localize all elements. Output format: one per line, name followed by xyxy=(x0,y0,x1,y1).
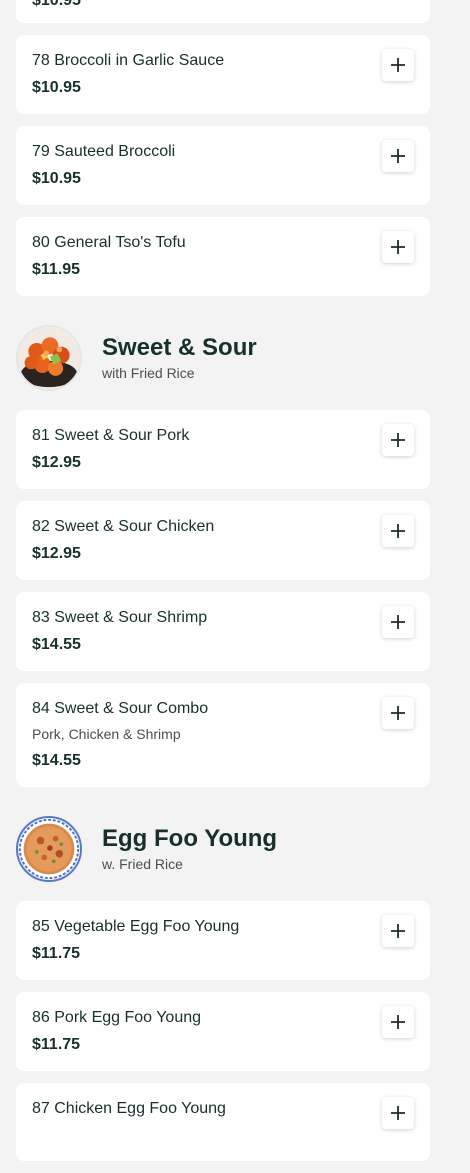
menu-item-card[interactable]: 81 Sweet & Sour Pork $12.95 xyxy=(16,410,430,489)
menu-item-card[interactable]: 82 Sweet & Sour Chicken $12.95 xyxy=(16,501,430,580)
plus-icon xyxy=(391,1106,405,1120)
plus-icon xyxy=(391,924,405,938)
menu-item-card[interactable]: $10.95 xyxy=(16,0,430,23)
add-item-button[interactable] xyxy=(382,915,414,947)
section-image xyxy=(16,816,82,882)
section-subtitle: w. Fried Rice xyxy=(102,856,183,872)
item-price: $11.75 xyxy=(32,1036,81,1053)
item-price: $12.95 xyxy=(32,454,81,471)
item-name: 80 General Tso's Tofu xyxy=(32,234,186,251)
menu-list: $10.95 78 Broccoli in Garlic Sauce $10.9… xyxy=(0,0,470,1173)
menu-item-card[interactable]: 79 Sauteed Broccoli $10.95 xyxy=(16,126,430,205)
add-item-button[interactable] xyxy=(382,231,414,263)
item-name: 82 Sweet & Sour Chicken xyxy=(32,518,215,535)
menu-item-card[interactable]: 87 Chicken Egg Foo Young xyxy=(16,1083,430,1161)
add-item-button[interactable] xyxy=(382,140,414,172)
item-price: $10.95 xyxy=(32,0,81,9)
plus-icon xyxy=(391,433,405,447)
add-item-button[interactable] xyxy=(382,515,414,547)
section-subtitle: with Fried Rice xyxy=(102,365,195,381)
menu-item-card[interactable]: 86 Pork Egg Foo Young $11.75 xyxy=(16,992,430,1071)
item-price: $10.95 xyxy=(32,170,81,187)
item-name: 87 Chicken Egg Foo Young xyxy=(32,1100,226,1117)
menu-item-card[interactable]: 80 General Tso's Tofu $11.95 xyxy=(16,217,430,296)
item-price: $14.55 xyxy=(32,752,81,769)
item-name: 83 Sweet & Sour Shrimp xyxy=(32,609,208,626)
menu-item-card[interactable]: 78 Broccoli in Garlic Sauce $10.95 xyxy=(16,35,430,114)
plus-icon xyxy=(391,149,405,163)
plus-icon xyxy=(391,524,405,538)
item-name: 85 Vegetable Egg Foo Young xyxy=(32,918,240,935)
item-description: Pork, Chicken & Shrimp xyxy=(32,726,181,742)
item-price: $14.55 xyxy=(32,636,81,653)
item-price: $11.95 xyxy=(32,261,81,278)
add-item-button[interactable] xyxy=(382,697,414,729)
menu-item-card[interactable]: 84 Sweet & Sour Combo Pork, Chicken & Sh… xyxy=(16,683,430,787)
plus-icon xyxy=(391,58,405,72)
item-name: 79 Sauteed Broccoli xyxy=(32,143,176,160)
menu-item-card[interactable]: 83 Sweet & Sour Shrimp $14.55 xyxy=(16,592,430,671)
section-header: Sweet & Sour with Fried Rice xyxy=(16,322,430,394)
menu-item-card[interactable]: 85 Vegetable Egg Foo Young $11.75 xyxy=(16,901,430,980)
add-item-button[interactable] xyxy=(382,49,414,81)
section-header: Egg Foo Young w. Fried Rice xyxy=(16,813,430,885)
item-price: $12.95 xyxy=(32,545,81,562)
add-item-button[interactable] xyxy=(382,424,414,456)
plus-icon xyxy=(391,615,405,629)
add-item-button[interactable] xyxy=(382,1006,414,1038)
item-name: 78 Broccoli in Garlic Sauce xyxy=(32,52,225,69)
item-name: 81 Sweet & Sour Pork xyxy=(32,427,190,444)
add-item-button[interactable] xyxy=(382,1097,414,1129)
add-item-button[interactable] xyxy=(382,606,414,638)
plus-icon xyxy=(391,1015,405,1029)
plus-icon xyxy=(391,706,405,720)
item-name: 84 Sweet & Sour Combo xyxy=(32,700,209,717)
item-name: 86 Pork Egg Foo Young xyxy=(32,1009,202,1026)
section-image xyxy=(16,325,82,391)
plus-icon xyxy=(391,240,405,254)
section-title: Sweet & Sour xyxy=(102,334,257,361)
section-title: Egg Foo Young xyxy=(102,825,278,852)
item-price: $11.75 xyxy=(32,945,81,962)
item-price: $10.95 xyxy=(32,79,81,96)
